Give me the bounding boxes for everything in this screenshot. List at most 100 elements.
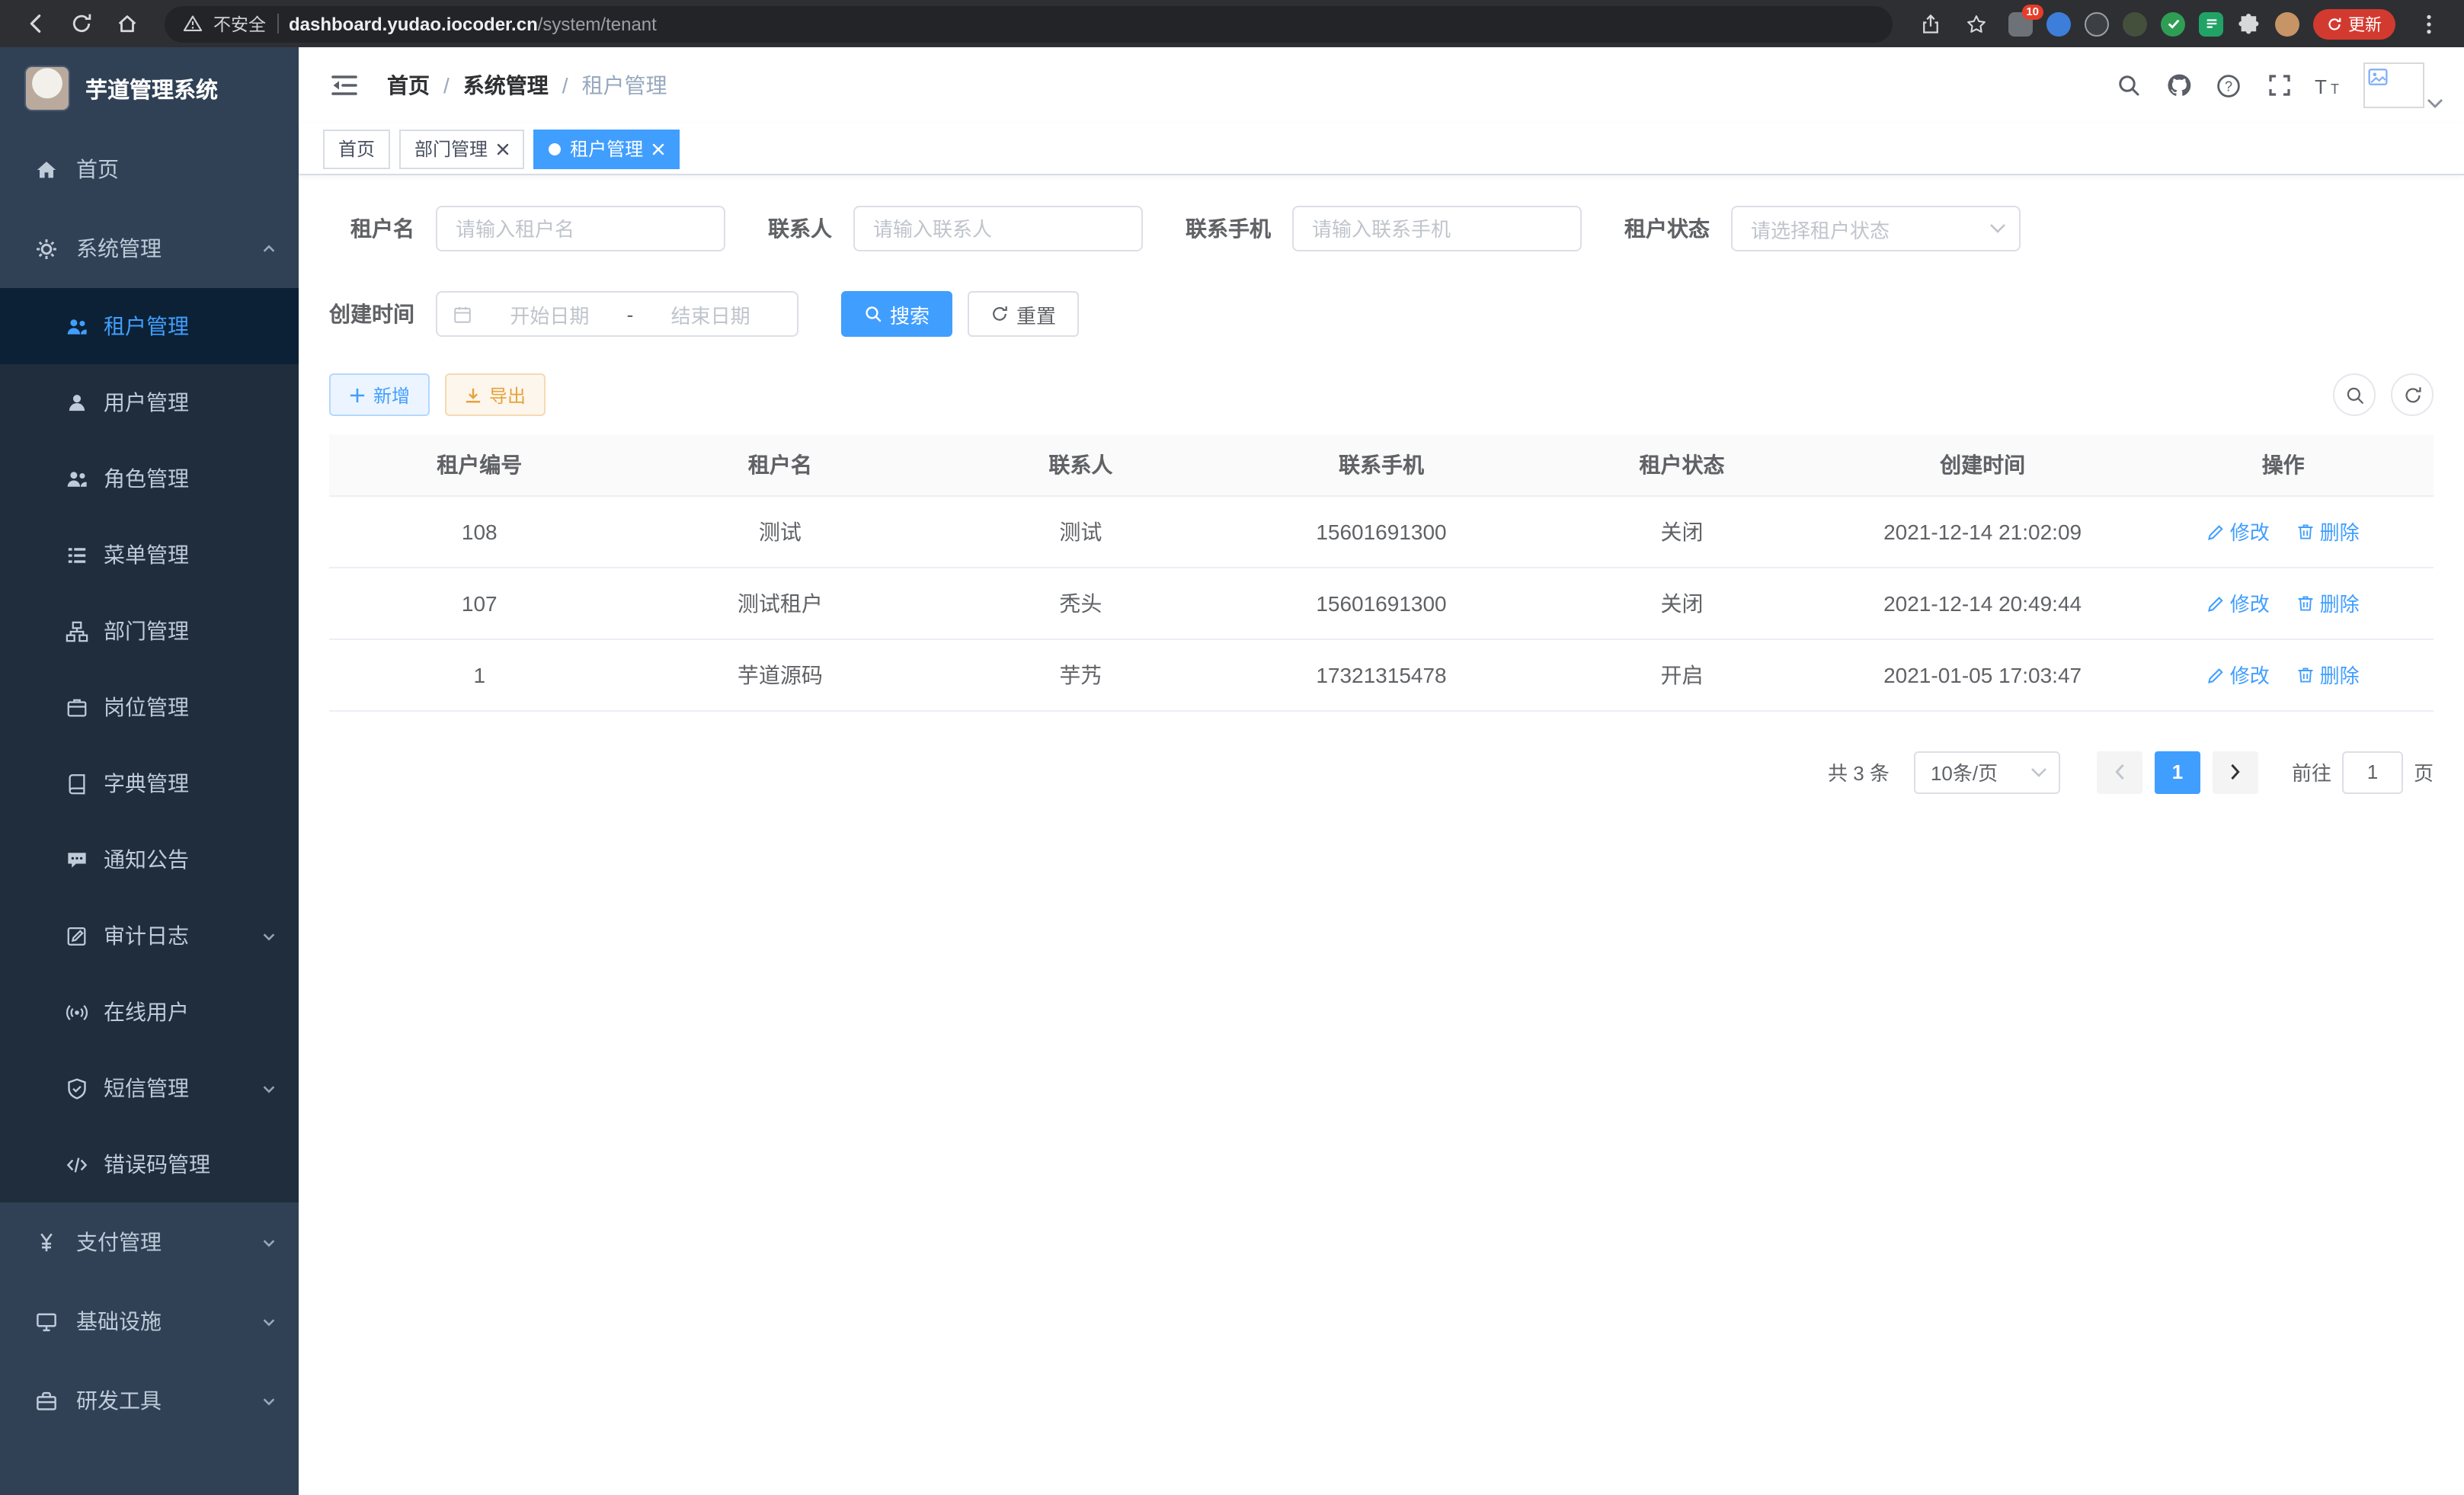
extension-icon[interactable] (2085, 11, 2109, 36)
search-button[interactable]: 搜索 (841, 291, 952, 337)
cell-tenant-name: 测试 (630, 495, 931, 567)
font-size-icon[interactable]: TT (2304, 47, 2354, 123)
audit-log-icon (64, 924, 88, 948)
sidebar-item-tenant[interactable]: 租户管理 (0, 288, 299, 364)
status-select-placeholder: 请选择租户状态 (1751, 214, 1990, 243)
caret-down-icon[interactable] (2427, 47, 2443, 123)
sidebar-item-menu[interactable]: 菜单管理 (0, 517, 299, 593)
address-bar[interactable]: 不安全 dashboard.yudao.iocoder.cn/system/te… (165, 5, 1893, 42)
extension-icon[interactable] (2123, 11, 2147, 36)
collapse-sidebar-icon[interactable] (320, 47, 369, 123)
fullscreen-icon[interactable] (2254, 47, 2304, 123)
refresh-table-icon[interactable] (2391, 373, 2434, 416)
back-icon[interactable] (15, 4, 55, 43)
search-icon[interactable] (2103, 47, 2153, 123)
prev-page-button[interactable] (2097, 751, 2142, 793)
sidebar-item-home[interactable]: 首页 (0, 130, 299, 209)
export-button[interactable]: 导出 (445, 373, 546, 416)
home-icon[interactable] (107, 4, 146, 43)
delete-link[interactable]: 删除 (2297, 660, 2360, 689)
page-unit-label: 页 (2414, 757, 2434, 786)
tab-dept[interactable]: 部门管理 (399, 129, 524, 168)
cell-created: 2021-12-14 21:02:09 (1832, 495, 2133, 567)
reload-icon[interactable] (61, 4, 101, 43)
sidebar-item-payment[interactable]: 支付管理 (0, 1202, 299, 1282)
edit-label: 修改 (2230, 588, 2270, 617)
sidebar-item-role[interactable]: 角色管理 (0, 440, 299, 517)
add-button[interactable]: 新增 (329, 373, 430, 416)
update-button[interactable]: 更新 (2313, 8, 2395, 39)
close-icon[interactable] (652, 142, 664, 155)
sidebar-item-label: 租户管理 (104, 311, 277, 341)
chevron-up-icon (261, 240, 277, 257)
edit-link[interactable]: 修改 (2207, 588, 2270, 617)
pagination: 共 3 条 10条/页 1 前往 页 (329, 751, 2434, 793)
divider (277, 14, 278, 34)
tab-tenant[interactable]: 租户管理 (533, 129, 680, 168)
app-shell: 芋道管理系统 首页 系统管理 租户管理 (0, 47, 2464, 1495)
home-icon (34, 157, 58, 181)
extension-check-icon[interactable] (2161, 11, 2185, 36)
sidebar-item-sms[interactable]: 短信管理 (0, 1050, 299, 1126)
page-size-select[interactable]: 10条/页 (1914, 751, 2060, 793)
table-header-row: 租户编号 租户名 联系人 联系手机 租户状态 创建时间 操作 (329, 434, 2434, 495)
sidebar-item-infrastructure[interactable]: 基础设施 (0, 1282, 299, 1361)
online-users-icon (64, 1000, 88, 1024)
next-page-button[interactable] (2213, 751, 2258, 793)
avatar[interactable] (2363, 62, 2424, 108)
toggle-search-icon[interactable] (2333, 373, 2376, 416)
edit-icon (2207, 594, 2226, 612)
sidebar-item-dept[interactable]: 部门管理 (0, 593, 299, 669)
sidebar-item-label: 在线用户 (104, 997, 277, 1027)
extensions-puzzle-icon[interactable] (2237, 11, 2261, 36)
sidebar-item-error-code[interactable]: 错误码管理 (0, 1126, 299, 1202)
status-select[interactable]: 请选择租户状态 (1731, 206, 2021, 251)
help-icon[interactable]: ? (2203, 47, 2254, 123)
profile-avatar[interactable] (2275, 11, 2299, 36)
sidebar-item-label: 角色管理 (104, 463, 277, 494)
date-range-picker[interactable]: 开始日期 - 结束日期 (436, 291, 798, 337)
share-icon[interactable] (1911, 4, 1950, 43)
goto-page-input[interactable] (2342, 751, 2403, 793)
cell-actions: 修改 删除 (2133, 495, 2434, 567)
extension-icon[interactable]: 10 (2008, 11, 2033, 36)
contact-input[interactable] (853, 206, 1143, 251)
github-icon[interactable] (2153, 47, 2203, 123)
reset-button[interactable]: 重置 (968, 291, 1079, 337)
cell-contact: 芋艿 (930, 639, 1231, 710)
delete-link[interactable]: 删除 (2297, 588, 2360, 617)
mobile-input[interactable] (1292, 206, 1582, 251)
sidebar-item-notice[interactable]: 通知公告 (0, 821, 299, 898)
payment-yen-icon (34, 1230, 58, 1254)
date-start-placeholder: 开始日期 (478, 299, 621, 328)
close-icon[interactable] (497, 142, 509, 155)
cell-status: 关闭 (1531, 495, 1832, 567)
page-number-button[interactable]: 1 (2155, 751, 2200, 793)
sidebar-item-post[interactable]: 岗位管理 (0, 669, 299, 745)
extension-chat-icon[interactable] (2199, 11, 2223, 36)
browser-menu-icon[interactable] (2409, 4, 2449, 43)
tenant-name-input[interactable] (436, 206, 725, 251)
edit-link[interactable]: 修改 (2207, 660, 2270, 689)
sidebar-item-devtools[interactable]: 研发工具 (0, 1361, 299, 1440)
delete-link[interactable]: 删除 (2297, 517, 2360, 546)
edit-label: 修改 (2230, 517, 2270, 546)
extension-icon[interactable] (2046, 11, 2071, 36)
sidebar-item-label: 字典管理 (104, 768, 277, 799)
tab-home[interactable]: 首页 (323, 129, 390, 168)
sidebar-logo[interactable]: 芋道管理系统 (0, 47, 299, 130)
sidebar-item-dict[interactable]: 字典管理 (0, 745, 299, 821)
tags-view-bar: 首页 部门管理 租户管理 (299, 123, 2464, 175)
bookmark-star-icon[interactable] (1957, 4, 1996, 43)
dictionary-book-icon (64, 771, 88, 796)
cell-status: 关闭 (1531, 567, 1832, 639)
sidebar-item-online-users[interactable]: 在线用户 (0, 974, 299, 1050)
sidebar-item-audit-log[interactable]: 审计日志 (0, 898, 299, 974)
sidebar-item-user[interactable]: 用户管理 (0, 364, 299, 440)
delete-icon (2297, 594, 2315, 612)
cell-mobile: 17321315478 (1231, 639, 1532, 710)
breadcrumb-item[interactable]: 系统管理 (463, 70, 549, 101)
edit-link[interactable]: 修改 (2207, 517, 2270, 546)
sidebar-item-system[interactable]: 系统管理 (0, 209, 299, 288)
breadcrumb-item[interactable]: 首页 (387, 70, 430, 101)
